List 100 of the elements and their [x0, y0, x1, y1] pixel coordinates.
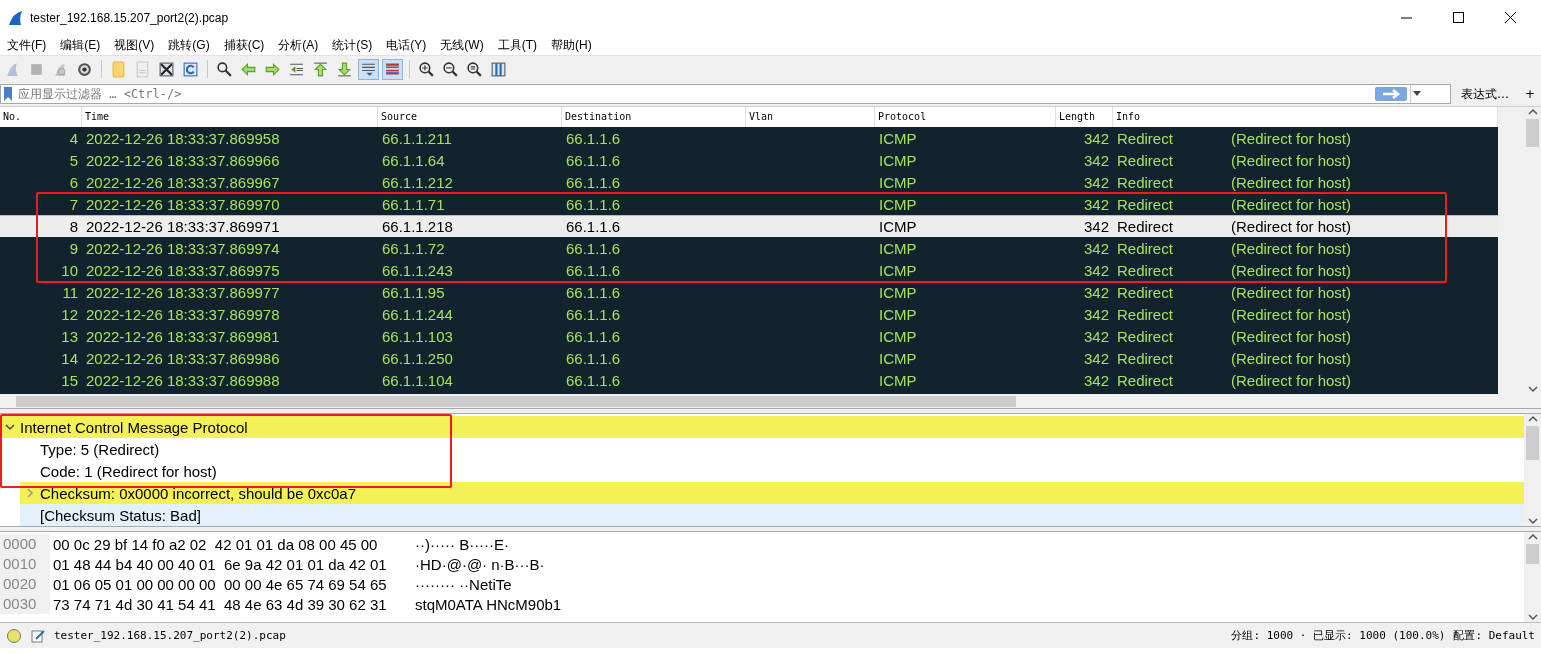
table-cell-text: 342: [1082, 284, 1110, 301]
hex-bytes: 01 06 05 01 00 00 00 00 00 00 4e 65 74 69 54 65: [52, 575, 388, 593]
table-cell-text: ICMP: [878, 306, 918, 323]
chevron-right-icon[interactable]: [25, 488, 35, 498]
table-cell: (Redirect for host): [1231, 372, 1352, 389]
detail-row[interactable]: Checksum: 0x0000 incorrect, should be 0xc0a7: [20, 482, 1524, 504]
table-cell-text: 5: [68, 152, 79, 169]
table-cell-text: 2022-12-26 18:33:37.869978: [85, 306, 281, 323]
table-cell-text: 66.1.1.243: [381, 262, 454, 279]
status-dot-icon[interactable]: [6, 627, 22, 644]
hex-offset: 0020: [0, 574, 50, 594]
table-cell-text: 4: [68, 130, 79, 147]
table-cell-text: 342: [1082, 328, 1110, 345]
table-cell-text: 342: [1082, 152, 1110, 169]
vertical-scrollbar[interactable]: [1524, 414, 1541, 526]
table-cell-text: 66.1.1.72: [381, 240, 446, 257]
table-cell-text: ICMP: [878, 350, 918, 367]
table-cell-text: 66.1.1.6: [565, 328, 622, 345]
table-cell-text: 2022-12-26 18:33:37.869958: [85, 130, 281, 147]
table-cell-text: 66.1.1.6: [565, 130, 622, 147]
scroll-up-icon[interactable]: [1527, 414, 1538, 424]
menu-item[interactable]: 统计(S): [327, 36, 382, 54]
scroll-down-icon[interactable]: [1527, 612, 1538, 622]
edit-icon[interactable]: [30, 627, 46, 644]
table-cell-text: 66.1.1.218: [381, 218, 454, 235]
table-cell-text: 342: [1082, 306, 1110, 323]
scroll-down-icon[interactable]: [1527, 516, 1538, 526]
chevron-down-icon[interactable]: [5, 422, 15, 432]
table-cell-text: 13: [60, 328, 79, 345]
table-cell-text: ICMP: [878, 218, 918, 235]
menu-item[interactable]: 视图(V): [109, 36, 164, 54]
profile-label[interactable]: 配置: Default: [1453, 628, 1535, 643]
reload-icon: [182, 60, 199, 78]
table-cell-text: 342: [1082, 196, 1110, 213]
scrollbar-thumb[interactable]: [1526, 426, 1539, 460]
table-cell-text: 2022-12-26 18:33:37.869981: [85, 328, 281, 345]
table-cell-text: 342: [1082, 130, 1110, 147]
scroll-up-icon[interactable]: [1527, 532, 1538, 542]
detail-row[interactable]: [Checksum Status: Bad]: [20, 504, 1524, 526]
table-cell-text: 2022-12-26 18:33:37.869986: [85, 350, 281, 367]
scroll-down-icon[interactable]: [1527, 384, 1538, 394]
vertical-scrollbar[interactable]: [1524, 532, 1541, 622]
table-cell-text: 342: [1082, 350, 1110, 367]
zoom-reset-icon: [466, 60, 483, 78]
toolbar-button[interactable]: [358, 58, 379, 80]
table-cell-text: 66.1.1.6: [565, 174, 622, 191]
scroll-up-icon[interactable]: [1527, 107, 1538, 117]
table-cell: (Redirect for host): [1231, 350, 1352, 367]
hex-ascii: ··)····· B·····E·: [415, 535, 510, 553]
filter-field[interactable]: 应用显示过滤器 … <Ctrl-/>: [0, 84, 1451, 104]
hex-bytes: 00 0c 29 bf 14 f0 a2 02 42 01 01 da 08 00 45 00: [52, 535, 379, 553]
scrollbar-thumb[interactable]: [1526, 544, 1539, 564]
detail-text: [Checksum Status: Bad]: [40, 506, 201, 524]
table-cell-text: 2022-12-26 18:33:37.869971: [85, 218, 281, 235]
table-cell-text: 8: [68, 218, 79, 235]
hex-bytes: 73 74 71 4d 30 41 54 41 48 4e 63 4d 39 30 62 31: [52, 595, 388, 613]
table-cell: (Redirect for host): [1231, 218, 1352, 235]
packet-count: 分组: 1000 · 已显示: 1000 (100.0%): [1231, 628, 1446, 643]
table-cell-text: 66.1.1.6: [565, 152, 622, 169]
menu-item[interactable]: 分析(A): [273, 36, 328, 54]
table-cell-text: 14: [60, 350, 79, 367]
menu-item[interactable]: 编辑(E): [55, 36, 110, 54]
menu-item[interactable]: 捕获(C): [218, 36, 274, 54]
file-icon: [134, 60, 151, 78]
table-cell-text: 66.1.1.6: [565, 240, 622, 257]
menu-item[interactable]: 工具(T): [492, 36, 546, 54]
table-cell-text: ICMP: [878, 174, 918, 191]
menu-item[interactable]: 帮助(H): [546, 36, 601, 54]
filter-input[interactable]: 应用显示过滤器 … <Ctrl-/>: [16, 86, 1372, 102]
scrollbar-thumb[interactable]: [1526, 119, 1539, 147]
close-file-icon: [158, 60, 175, 78]
caret-icon: [1412, 91, 1421, 97]
detail-row[interactable]: Internet Control Message Protocol: [0, 416, 1524, 438]
table-cell-text: ICMP: [878, 130, 918, 147]
bookmark-icon[interactable]: [3, 86, 13, 102]
table-cell-text: Redirect: [1117, 174, 1174, 191]
table-cell-text: 66.1.1.103: [381, 328, 454, 345]
menu-item[interactable]: 文件(F): [2, 36, 56, 54]
table-cell-text: 2022-12-26 18:33:37.869970: [85, 196, 281, 213]
file-name: tester_192.168.15.207_port2(2).pcap: [54, 629, 286, 642]
table-cell-text: 66.1.1.244: [381, 306, 454, 323]
table-cell-text: 342: [1082, 262, 1110, 279]
table-cell-text: 66.1.1.95: [381, 284, 446, 301]
menu-item[interactable]: 无线(W): [435, 36, 493, 54]
table-cell-text: 66.1.1.71: [381, 196, 446, 213]
menu-item[interactable]: 跳转(G): [163, 36, 219, 54]
table-cell-text: Redirect: [1117, 196, 1174, 213]
table-cell-text: Redirect: [1117, 328, 1174, 345]
table-cell-text: Redirect: [1117, 152, 1174, 169]
table-cell-text: Redirect: [1117, 372, 1174, 389]
menu-item[interactable]: 电话(Y): [381, 36, 436, 54]
table-cell-text: 66.1.1.250: [381, 350, 454, 367]
packet-row[interactable]: 8 2022-12-26 18:33:37.869971 66.1.1.218 66.1.1.6 ICMP 342 Redirect (Redirect for host): [0, 215, 1498, 237]
table-cell: (Redirect for host): [1231, 152, 1352, 169]
horizontal-scrollbar[interactable]: [0, 394, 1541, 408]
fin-icon: [8, 9, 24, 26]
hex-offset: 0010: [0, 554, 50, 574]
scrollbar-thumb[interactable]: [16, 395, 1016, 407]
table-cell-text: 2022-12-26 18:33:37.869966: [85, 152, 281, 169]
hex-offset: 0000: [0, 534, 50, 554]
